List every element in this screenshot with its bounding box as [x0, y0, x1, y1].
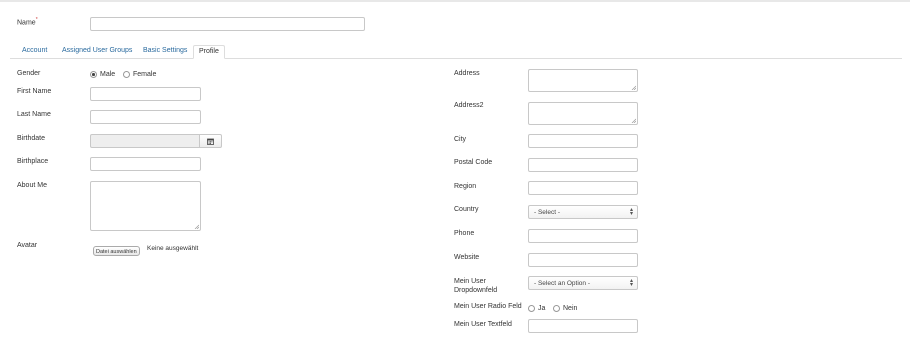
birthplace-input[interactable]: [90, 157, 201, 171]
avatar-label: Avatar: [17, 242, 38, 249]
gender-male-option[interactable]: Male: [90, 71, 115, 78]
birthdate-label: Birthdate: [17, 135, 46, 142]
tab-assigned-user-groups[interactable]: Assigned User Groups: [62, 45, 132, 58]
last-name-input[interactable]: [90, 110, 201, 124]
radio-nein[interactable]: [553, 305, 560, 312]
website-input[interactable]: [528, 253, 638, 267]
address2-textarea[interactable]: [528, 102, 638, 125]
gender-male-radio[interactable]: [90, 71, 97, 78]
select-arrows-icon: ▴ ▾: [629, 278, 633, 288]
radio-ja-text: Ja: [538, 305, 546, 312]
resize-grip-icon[interactable]: [194, 224, 199, 229]
radio-ja[interactable]: [528, 305, 535, 312]
region-label: Region: [454, 183, 477, 190]
address-textarea[interactable]: [528, 69, 638, 92]
name-input[interactable]: [90, 17, 365, 31]
required-mark: *: [35, 17, 38, 23]
address-label: Address: [454, 70, 480, 77]
dropdown-selected-text: - Select an Option -: [534, 280, 590, 287]
choose-file-button[interactable]: Datei auswählen: [93, 246, 140, 256]
birthdate-input[interactable]: [90, 134, 200, 148]
radio-nein-text: Nein: [563, 305, 578, 312]
postal-code-input[interactable]: [528, 158, 638, 172]
postal-code-label: Postal Code: [454, 159, 493, 166]
first-name-input[interactable]: [90, 87, 201, 101]
textfield-label: Mein User Textfeld: [454, 321, 512, 328]
gender-male-text: Male: [100, 71, 116, 78]
calendar-button[interactable]: [199, 134, 222, 148]
dropdown-label-line1: Mein User: [454, 278, 486, 285]
address2-label: Address2: [454, 102, 484, 109]
gender-female-option[interactable]: Female: [123, 71, 156, 78]
tab-account[interactable]: Account: [22, 45, 47, 58]
website-label: Website: [454, 254, 480, 261]
phone-label: Phone: [454, 230, 475, 237]
user-dropdown-select[interactable]: - Select an Option - ▴ ▾: [528, 276, 638, 290]
radio-nein-option[interactable]: Nein: [553, 305, 577, 312]
name-label-text: Name: [17, 19, 36, 27]
last-name-label: Last Name: [17, 111, 51, 118]
city-label: City: [454, 136, 467, 143]
user-textfield-input[interactable]: [528, 319, 638, 333]
phone-input[interactable]: [528, 229, 638, 243]
region-input[interactable]: [528, 181, 638, 195]
tab-basic-settings[interactable]: Basic Settings: [143, 45, 187, 58]
about-me-textarea[interactable]: [90, 181, 201, 231]
gender-label: Gender: [17, 70, 41, 77]
select-arrows-icon: ▴ ▾: [629, 207, 633, 217]
tab-profile[interactable]: Profile: [193, 45, 225, 59]
calendar-icon: [207, 138, 214, 145]
first-name-label: First Name: [17, 88, 52, 95]
gender-female-radio[interactable]: [123, 71, 130, 78]
city-input[interactable]: [528, 134, 638, 148]
dropdown-label-line2: Dropdownfeld: [454, 287, 498, 294]
country-label: Country: [454, 206, 479, 213]
about-me-label: About Me: [17, 182, 47, 189]
birthplace-label: Birthplace: [17, 158, 49, 165]
radio-ja-option[interactable]: Ja: [528, 305, 545, 312]
gender-female-text: Female: [133, 71, 157, 78]
top-border: [0, 0, 910, 2]
file-status-text: Keine ausgewählt: [147, 245, 199, 252]
country-selected-text: - Select -: [534, 209, 561, 216]
name-label: Name*: [17, 17, 38, 26]
tabs-divider: [10, 58, 902, 59]
country-select[interactable]: - Select - ▴ ▾: [528, 205, 638, 219]
radio-field-label: Mein User Radio Feld: [454, 303, 522, 310]
resize-grip-icon[interactable]: [631, 85, 636, 90]
dropdown-field-label: Mein User Dropdownfeld: [454, 277, 497, 295]
resize-grip-icon[interactable]: [631, 118, 636, 123]
